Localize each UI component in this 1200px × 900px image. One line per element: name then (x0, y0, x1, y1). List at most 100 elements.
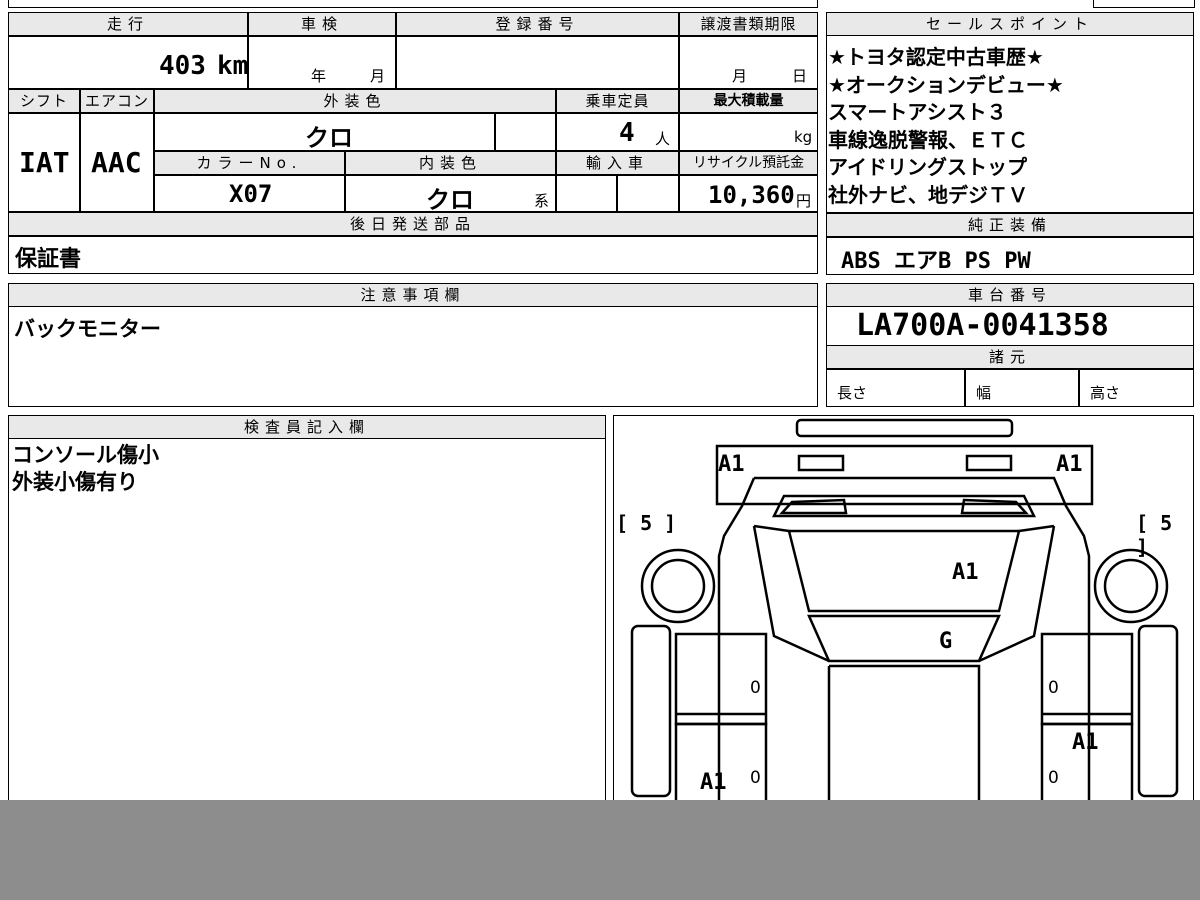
registration-cell (396, 36, 679, 89)
mark-front-right: A1 (1056, 452, 1083, 477)
recycle-value: 10,360 (708, 181, 795, 209)
capacity-header: 乗車定員 (556, 89, 679, 113)
inspection-year-label: 年 (311, 67, 327, 85)
spec-height-cell: 高さ (1079, 369, 1194, 407)
mark-right-bracket: [ 5 ] (1136, 511, 1173, 559)
mark-left-bracket: [ 5 ] (616, 511, 677, 535)
import-header: 輸入車 (556, 151, 679, 175)
transfer-month-label: 月 (732, 67, 748, 85)
inspector-note-line: コンソール傷小 (12, 443, 159, 467)
chassis-number-header: 車台番号 (826, 283, 1194, 307)
mileage-unit: km (217, 51, 249, 81)
capacity-unit: 人 (655, 130, 671, 148)
car-diagram (630, 418, 1179, 816)
mileage-value: 403 (159, 51, 206, 81)
transfer-day-label: 日 (792, 67, 808, 85)
recycle-unit: 円 (796, 192, 812, 210)
color-no-cell: X07 (154, 175, 345, 212)
import-cell-a (556, 175, 617, 212)
mark-front-left: A1 (718, 452, 745, 477)
registration-header: 登録番号 (396, 12, 679, 36)
rear-lamp-right (965, 454, 1013, 472)
sales-point-line: ★トヨタ認定中古車歴★ (828, 45, 1044, 69)
side-skirt-right (1137, 624, 1179, 798)
exterior-color-value: クロ (305, 124, 353, 152)
aircon-value: AAC (91, 146, 142, 179)
windshield (807, 614, 1001, 663)
bottom-gray-bar (0, 800, 1200, 900)
mark-door-rl: 0 (750, 768, 761, 788)
exterior-color-cell: クロ (154, 113, 495, 152)
inspection-cell: 年 月 (248, 36, 396, 89)
car-diagram-box: A1 A1 [ 5 ] [ 5 ] A1 G 0 0 0 0 A1 A1 (613, 415, 1194, 816)
notes-value: バックモニター (14, 317, 161, 341)
top-strip (8, 0, 818, 8)
genuine-equipment-header: 純正装備 (826, 213, 1194, 237)
rear-lamp-left (797, 454, 845, 472)
mark-rear-left: A1 (700, 770, 727, 795)
spec-height-label: 高さ (1090, 384, 1121, 402)
sales-point-line: ★オークションデビュー★ (828, 72, 1064, 97)
sales-points-list: ★トヨタ認定中古車歴★ ★オークションデビュー★ スマートアシスト３ 車線逸脱警… (828, 44, 1192, 209)
specs-header: 諸元 (826, 345, 1194, 369)
sales-point-line: アイドリングストップ (828, 155, 1027, 179)
roof (787, 529, 1021, 613)
shift-value: IAT (19, 146, 70, 179)
max-load-header: 最大積載量 (679, 89, 818, 113)
spec-length-cell: 長さ (826, 369, 965, 407)
recycle-header: リサイクル預託金 (679, 151, 818, 175)
mark-door-rr: 0 (1048, 768, 1059, 788)
side-skirt-left (630, 624, 672, 798)
capacity-value: 4 (619, 118, 635, 148)
sales-point-line: 車線逸脱警報、ＥＴＣ (828, 127, 1028, 152)
inspector-notes-header: 検査員記入欄 (8, 415, 606, 439)
chassis-number-value: LA700A-0041358 (856, 308, 1109, 343)
sales-points-header: セールスポイント (826, 12, 1194, 36)
rear-bumper (795, 418, 1014, 438)
right-top-strip (1093, 0, 1195, 8)
mileage-cell: 403 km (8, 36, 248, 89)
wheel-rear-left-inner (650, 558, 706, 614)
aircon-header: エアコン (80, 89, 154, 113)
aircon-cell: AAC (80, 113, 154, 212)
sales-point-line: スマートアシスト３ (828, 100, 1007, 124)
later-parts-header: 後日発送部品 (8, 212, 818, 236)
mileage-header: 走行 (8, 12, 248, 36)
shift-header: シフト (8, 89, 80, 113)
transfer-deadline-cell: 月 日 (679, 36, 818, 89)
inspector-note-line: 外装小傷有り (12, 470, 138, 494)
shift-cell: IAT (8, 113, 80, 212)
mark-door-fr: 0 (1048, 678, 1059, 698)
wheel-rear-right-inner (1103, 558, 1159, 614)
recycle-cell: 10,360 円 (679, 175, 818, 212)
rear-window-inner (779, 498, 1029, 515)
spec-length-label: 長さ (837, 384, 868, 402)
mark-windshield: G (939, 629, 953, 654)
sales-point-line: 社外ナビ、地デジＴＶ (828, 182, 1028, 207)
later-parts-cell: 保証書 (8, 236, 818, 274)
color-no-value: X07 (229, 180, 273, 208)
capacity-cell: 4 人 (556, 113, 679, 151)
interior-color-value: クロ (426, 186, 474, 214)
interior-color-header: 内装色 (345, 151, 556, 175)
genuine-equipment-value: ABS エアB PS PW (841, 249, 1031, 274)
color-no-header: カラーNo. (154, 151, 345, 175)
spec-width-label: 幅 (976, 384, 992, 402)
hood (827, 664, 981, 816)
max-load-cell: kg (679, 113, 818, 151)
max-load-unit: kg (794, 128, 813, 146)
interior-color-cell: クロ 系 (345, 175, 556, 214)
transfer-deadline-header: 譲渡書類期限 (679, 12, 818, 36)
exterior-color-extra (495, 113, 556, 151)
inspection-month-label: 月 (370, 67, 386, 85)
import-cell-b (617, 175, 679, 212)
mark-door-fl: 0 (750, 678, 761, 698)
inspection-header: 車検 (248, 12, 396, 36)
mark-rear-right: A1 (1072, 730, 1099, 755)
notes-header: 注意事項欄 (8, 283, 818, 307)
spec-width-cell: 幅 (965, 369, 1079, 407)
interior-color-suffix: 系 (534, 192, 550, 210)
mark-hood: A1 (952, 560, 979, 585)
inspector-notes-lines: コンソール傷小 外装小傷有り (12, 442, 159, 496)
genuine-equipment-cell: ABS エアB PS PW (826, 237, 1194, 275)
